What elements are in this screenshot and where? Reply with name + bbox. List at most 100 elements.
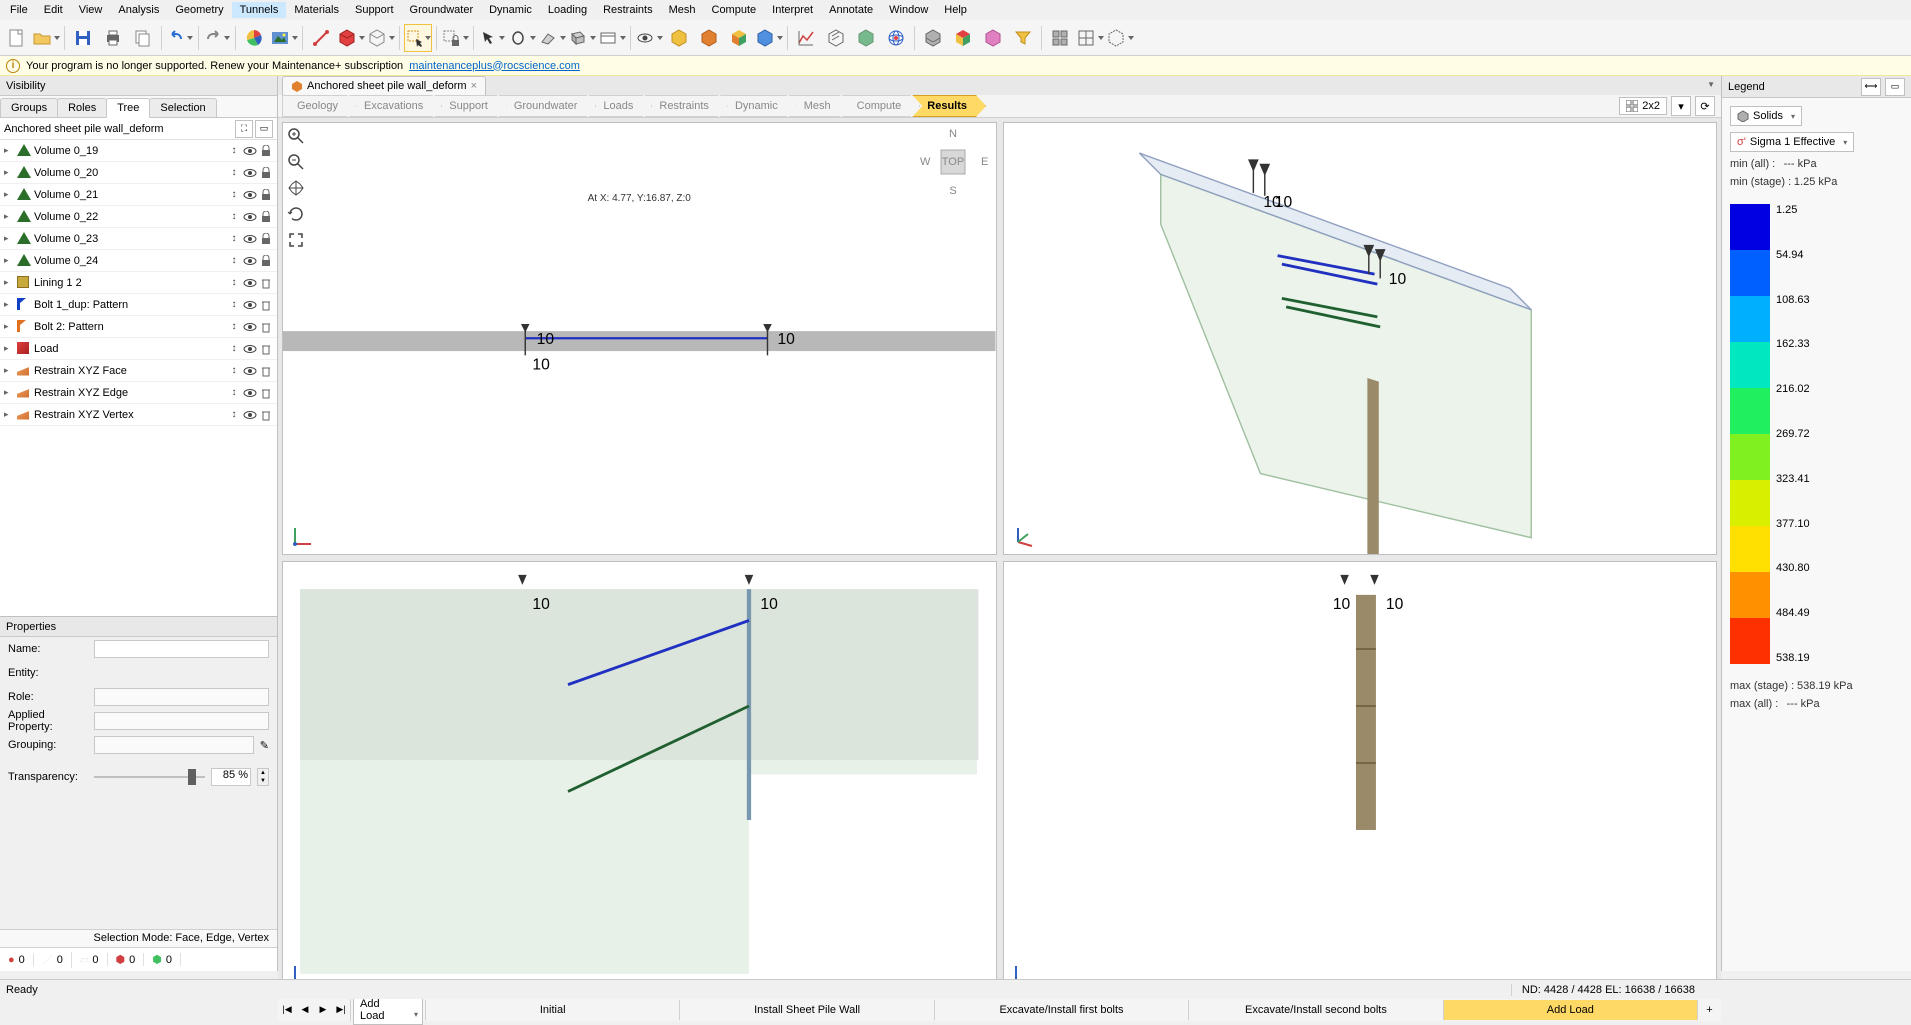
stage-tab[interactable]: Excavate/Install second bolts — [1188, 1000, 1442, 1020]
copy-button[interactable] — [129, 24, 157, 52]
save-button[interactable] — [69, 24, 97, 52]
close-tab-icon[interactable]: × — [471, 80, 477, 92]
tree-collapse-button[interactable]: ▭ — [255, 120, 273, 138]
move-icon[interactable]: ↕ — [227, 188, 241, 202]
visibility-toggle-icon[interactable] — [243, 166, 257, 180]
move-icon[interactable]: ↕ — [227, 166, 241, 180]
chart-button[interactable] — [240, 24, 268, 52]
layout-button[interactable] — [1076, 24, 1104, 52]
menu-restraints[interactable]: Restraints — [595, 2, 661, 18]
stage-last-button[interactable]: ▶| — [332, 999, 350, 1021]
fit-icon[interactable] — [287, 231, 309, 253]
move-icon[interactable]: ↕ — [227, 320, 241, 334]
move-icon[interactable]: ↕ — [227, 232, 241, 246]
visibility-tab-roles[interactable]: Roles — [57, 98, 107, 117]
lock-icon[interactable] — [259, 188, 273, 202]
stage-tab[interactable]: Excavate/Install first bolts — [934, 1000, 1188, 1020]
menu-file[interactable]: File — [2, 2, 36, 18]
cube-blue-button[interactable] — [755, 24, 783, 52]
tree-expand-button[interactable]: ⛶ — [235, 120, 253, 138]
cube-red-button[interactable] — [337, 24, 365, 52]
visibility-toggle-icon[interactable] — [243, 364, 257, 378]
move-icon[interactable]: ↕ — [227, 276, 241, 290]
legend-solids-select[interactable]: Solids — [1730, 106, 1802, 126]
menu-materials[interactable]: Materials — [286, 2, 347, 18]
menu-groundwater[interactable]: Groundwater — [402, 2, 482, 18]
breadcrumb-mesh[interactable]: Mesh — [789, 95, 850, 117]
menu-annotate[interactable]: Annotate — [821, 2, 881, 18]
open-button[interactable] — [32, 24, 60, 52]
viewport-layout-select[interactable]: 2x2 — [1619, 97, 1667, 115]
breadcrumb-loads[interactable]: Loads — [588, 95, 652, 117]
graph-button[interactable] — [792, 24, 820, 52]
menu-analysis[interactable]: Analysis — [110, 2, 167, 18]
document-tab[interactable]: Anchored sheet pile wall_deform × — [282, 76, 486, 95]
stage-select[interactable]: Add Load — [353, 995, 423, 1025]
menu-support[interactable]: Support — [347, 2, 402, 18]
menu-edit[interactable]: Edit — [36, 2, 71, 18]
visibility-tab-tree[interactable]: Tree — [106, 98, 150, 118]
tab-menu-icon[interactable]: ▼ — [1707, 80, 1715, 89]
tree-item[interactable]: ▸Lining 1 2↕ — [0, 272, 277, 294]
mesh-cube2-button[interactable] — [919, 24, 947, 52]
visibility-tree[interactable]: ▸Volume 0_19↕▸Volume 0_20↕▸Volume 0_21↕▸… — [0, 140, 277, 616]
lock-select-button[interactable] — [441, 24, 469, 52]
cube-multi1-button[interactable] — [725, 24, 753, 52]
name-field[interactable] — [94, 640, 269, 658]
lock-icon[interactable] — [259, 144, 273, 158]
expand-icon[interactable]: ▸ — [4, 255, 14, 266]
grouping-select[interactable] — [94, 736, 254, 754]
filter-button[interactable] — [1009, 24, 1037, 52]
stage-tab[interactable]: Initial — [425, 1000, 679, 1020]
pan-icon[interactable] — [287, 179, 309, 201]
expand-icon[interactable]: ▸ — [4, 299, 14, 310]
show-all-button[interactable] — [1046, 24, 1074, 52]
eye-button[interactable] — [635, 24, 663, 52]
block-button[interactable] — [568, 24, 596, 52]
undo-button[interactable] — [166, 24, 194, 52]
visibility-toggle-icon[interactable] — [243, 298, 257, 312]
visibility-toggle-icon[interactable] — [243, 254, 257, 268]
visibility-toggle-icon[interactable] — [243, 210, 257, 224]
tree-item[interactable]: ▸Restrain XYZ Vertex↕ — [0, 404, 277, 426]
menu-tunnels[interactable]: Tunnels — [232, 2, 287, 18]
zoom-out-icon[interactable] — [287, 153, 309, 175]
menu-compute[interactable]: Compute — [704, 2, 765, 18]
lock-icon[interactable] — [259, 232, 273, 246]
viewport-top-right[interactable]: 1010 10 — [1003, 122, 1718, 555]
visibility-toggle-icon[interactable] — [243, 232, 257, 246]
expand-icon[interactable]: ▸ — [4, 365, 14, 376]
redo-button[interactable] — [203, 24, 231, 52]
add-stage-button[interactable]: + — [1697, 1000, 1721, 1020]
visibility-toggle-icon[interactable] — [243, 276, 257, 290]
breadcrumb-groundwater[interactable]: Groundwater — [499, 95, 597, 117]
visibility-toggle-icon[interactable] — [243, 408, 257, 422]
cube-pink-button[interactable] — [979, 24, 1007, 52]
expand-icon[interactable]: ▸ — [4, 409, 14, 420]
viewport-top-left[interactable]: N E S W TOP At X: 4.77, Y:16.87, Z:0 — [282, 122, 997, 555]
expand-icon[interactable]: ▸ — [4, 277, 14, 288]
move-icon[interactable]: ↕ — [227, 408, 241, 422]
visibility-tab-selection[interactable]: Selection — [149, 98, 216, 117]
move-icon[interactable]: ↕ — [227, 298, 241, 312]
visibility-toggle-icon[interactable] — [243, 342, 257, 356]
visibility-toggle-icon[interactable] — [243, 188, 257, 202]
menu-mesh[interactable]: Mesh — [661, 2, 704, 18]
lock-icon[interactable] — [259, 254, 273, 268]
viewport-bottom-left[interactable]: 10 10 — [282, 561, 997, 994]
expand-icon[interactable]: ▸ — [4, 211, 14, 222]
move-icon[interactable]: ↕ — [227, 144, 241, 158]
role-select[interactable] — [94, 688, 269, 706]
visibility-toggle-icon[interactable] — [243, 386, 257, 400]
legend-sigma-select[interactable]: σ' Sigma 1 Effective — [1730, 132, 1854, 152]
viewport-bottom-right[interactable]: 10 10 — [1003, 561, 1718, 994]
cursor-button[interactable] — [478, 24, 506, 52]
sheet-button[interactable] — [538, 24, 566, 52]
stage-tab[interactable]: Install Sheet Pile Wall — [679, 1000, 933, 1020]
cube-gradient-button[interactable] — [949, 24, 977, 52]
edit-grouping-icon[interactable]: ✎ — [260, 739, 269, 752]
legend-toggle-button[interactable]: ▭ — [1885, 78, 1905, 96]
tree-item[interactable]: ▸Restrain XYZ Edge↕ — [0, 382, 277, 404]
edge-button[interactable] — [307, 24, 335, 52]
breadcrumb-restraints[interactable]: Restraints — [644, 95, 728, 117]
